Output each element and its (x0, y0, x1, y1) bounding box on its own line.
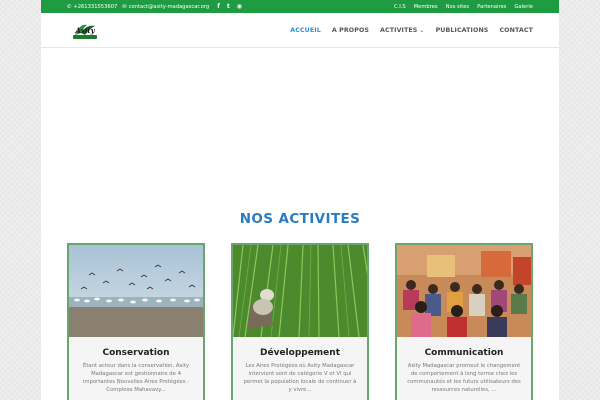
secondary-link-partenaires[interactable]: Partenaires (477, 4, 506, 10)
twitter-icon[interactable]: t (227, 3, 230, 10)
nav-item-contact[interactable]: CONTACT (499, 27, 533, 34)
chevron-down-icon: ⌄ (419, 26, 425, 34)
asity-logo-icon: Asity (73, 24, 97, 39)
activities-cards: Conservation Étant acteur dans la conser… (41, 243, 559, 400)
card-developpement[interactable]: Développement Les Aires Protégées où Asi… (231, 243, 369, 400)
nav-item-accueil[interactable]: ACCUEIL (290, 27, 321, 34)
flamingos-image (69, 245, 203, 337)
secondary-link-nos-sites[interactable]: Nos sites (446, 4, 469, 10)
card-title: Développement (260, 348, 340, 358)
hero-banner (41, 48, 559, 211)
logo-text: Asity (74, 26, 95, 35)
secondary-link-galerie[interactable]: Galerie (514, 4, 533, 10)
site-logo[interactable]: Asity (71, 19, 99, 41)
rss-icon[interactable]: ◉ (237, 3, 242, 10)
card-communication[interactable]: Communication Asity Madagascar promeut l… (395, 243, 533, 400)
card-title: Communication (424, 348, 504, 358)
nav-item-activites[interactable]: ACTIVITES ⌄ (380, 27, 425, 34)
nav-item-a-propos[interactable]: A PROPOS (332, 27, 369, 34)
rice-field-image (233, 245, 367, 337)
main-nav: ACCUEIL A PROPOS ACTIVITES ⌄ PUBLICATION… (290, 27, 533, 34)
meeting-room-image (397, 245, 531, 337)
facebook-icon[interactable]: f (217, 3, 220, 10)
card-title: Conservation (102, 348, 170, 358)
card-description: Les Aires Protégées où Asity Madagascar … (243, 363, 357, 393)
card-description: Asity Madagascar promeut le changement d… (407, 363, 521, 393)
section-title: NOS ACTIVITES (239, 211, 361, 227)
email-address: contact@asity-madagascar.org (128, 3, 210, 10)
top-bar: ✆ +261331553607 ✉ contact@asity-madagasc… (41, 0, 559, 13)
card-description: Étant acteur dans la conservation, Asity… (82, 363, 190, 393)
secondary-link-cis[interactable]: C.I.S (394, 4, 406, 10)
social-links: f t ◉ (217, 3, 242, 10)
phone-icon: ✆ (67, 3, 72, 10)
main-header: Asity ACCUEIL A PROPOS ACTIVITES ⌄ PUBLI… (41, 13, 559, 48)
phone-number: +261331553607 (73, 3, 118, 10)
nav-item-activites-label: ACTIVITES (380, 26, 418, 34)
secondary-nav: C.I.S Membres Nos sites Partenaires Gale… (391, 4, 533, 10)
email-icon: ✉ (122, 3, 127, 10)
nav-item-publications[interactable]: PUBLICATIONS (436, 27, 489, 34)
secondary-link-membres[interactable]: Membres (414, 4, 438, 10)
card-conservation[interactable]: Conservation Étant acteur dans la conser… (67, 243, 205, 400)
phone-contact[interactable]: ✆ +261331553607 (67, 4, 117, 10)
contact-info: ✆ +261331553607 ✉ contact@asity-madagasc… (67, 3, 242, 10)
email-contact[interactable]: ✉ contact@asity-madagascar.org (122, 4, 209, 10)
page: ✆ +261331553607 ✉ contact@asity-madagasc… (41, 0, 559, 400)
